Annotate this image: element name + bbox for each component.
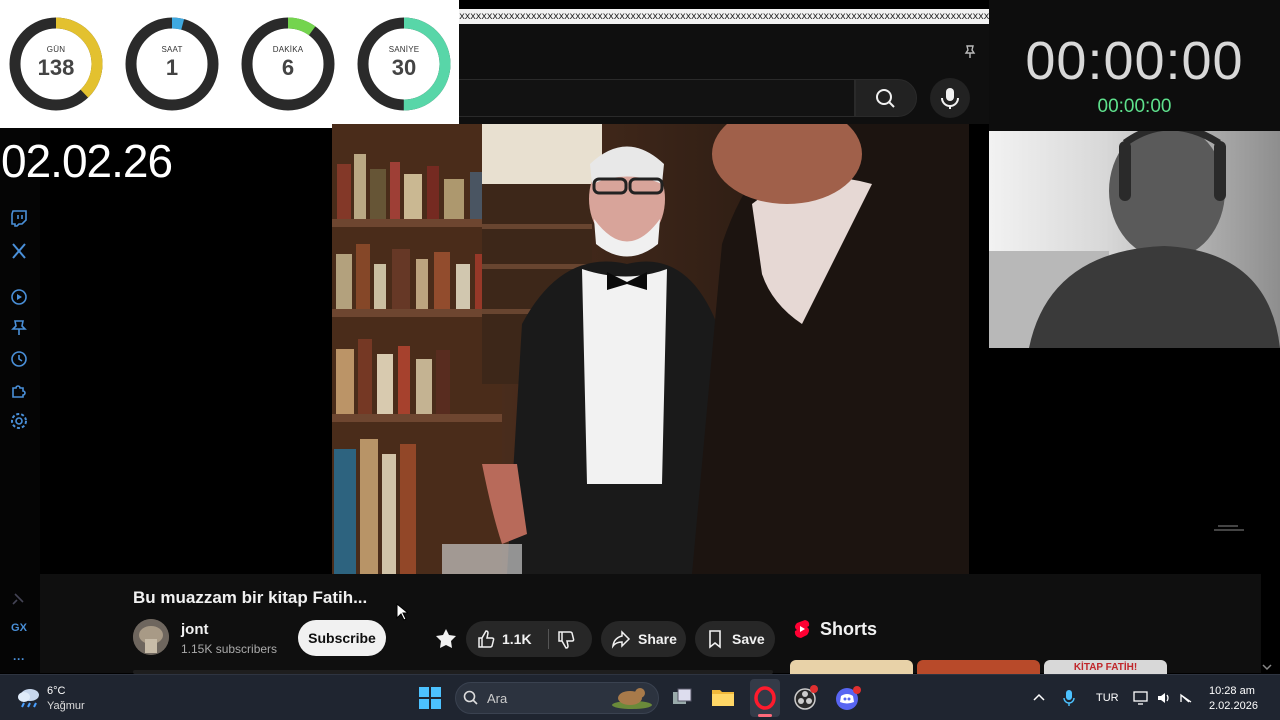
- chevron-down-icon[interactable]: [1262, 660, 1272, 674]
- microphone-icon[interactable]: [1062, 689, 1076, 707]
- like-icon[interactable]: [476, 629, 496, 649]
- search-button[interactable]: [855, 79, 917, 117]
- desktop-screen: GÜN 138 SAAT 1 DAKİKA 6 SANİYE 30 xxxxxx…: [0, 0, 1280, 720]
- countdown-value: 30: [391, 55, 417, 80]
- share-button[interactable]: Share: [601, 621, 686, 657]
- file-explorer-icon[interactable]: [711, 686, 735, 708]
- network-icon[interactable]: [1133, 690, 1149, 706]
- mouse-cursor-icon: [396, 603, 408, 621]
- weather-rain-icon[interactable]: [16, 685, 42, 709]
- date-overlay: 02.02.26: [1, 135, 173, 187]
- weather-description[interactable]: Yağmur: [47, 700, 85, 712]
- voice-search-button[interactable]: [930, 78, 970, 118]
- save-label: Save: [732, 631, 765, 647]
- avatar[interactable]: [133, 619, 169, 655]
- shorts-thumbnail[interactable]: KİTAP FATİH!: [1044, 660, 1167, 674]
- unpin-icon[interactable]: [9, 590, 29, 610]
- history-icon[interactable]: [9, 349, 29, 369]
- extension-icon[interactable]: [433, 627, 459, 651]
- pin-icon[interactable]: [962, 45, 978, 61]
- x-icon[interactable]: [9, 241, 29, 261]
- gx-label[interactable]: GX: [9, 622, 29, 642]
- countdown-seconds-ring: SANİYE 30: [356, 16, 452, 112]
- timer-main: 00:00:00: [1025, 31, 1244, 91]
- search-highlight-icon: [612, 688, 652, 709]
- windows-taskbar: 6°C Yağmur Ara TUR 10:28 am 2.02.2026: [0, 674, 1280, 720]
- countdown-days-ring: GÜN 138: [8, 16, 104, 112]
- obs-icon[interactable]: [793, 685, 819, 711]
- pin-icon[interactable]: [9, 318, 29, 338]
- shorts-thumbnail[interactable]: [917, 660, 1040, 674]
- countdown-label: SAAT: [161, 45, 183, 54]
- save-button[interactable]: Save: [695, 621, 775, 657]
- active-indicator: [758, 714, 772, 717]
- shorts-thumbnail[interactable]: [790, 660, 913, 674]
- extensions-icon[interactable]: [9, 380, 29, 400]
- shorts-icon: [793, 619, 811, 639]
- input-language[interactable]: TUR: [1096, 692, 1119, 704]
- webcam-image: [989, 131, 1280, 348]
- video-scene: [332, 124, 969, 574]
- dislike-icon[interactable]: [556, 630, 576, 650]
- mic-icon: [941, 88, 959, 109]
- countdown-value: 6: [281, 55, 295, 80]
- twitch-icon[interactable]: [9, 209, 29, 229]
- video-frame[interactable]: [332, 124, 969, 574]
- clock-date[interactable]: 2.02.2026: [1209, 700, 1258, 712]
- video-watermark: [1214, 523, 1244, 536]
- search-input[interactable]: [459, 79, 855, 117]
- share-label: Share: [638, 631, 677, 647]
- settings-icon[interactable]: [9, 411, 29, 431]
- opera-taskbar-item[interactable]: [750, 679, 780, 717]
- task-view-icon[interactable]: [671, 687, 693, 709]
- more-menu[interactable]: ···: [9, 652, 29, 672]
- opera-icon: [754, 686, 776, 710]
- subscribe-button[interactable]: Subscribe: [298, 620, 386, 656]
- countdown-minutes-ring: DAKİKA 6: [240, 16, 336, 112]
- webcam-feed: [989, 131, 1280, 348]
- countdown-label: GÜN: [46, 45, 66, 54]
- weather-temperature[interactable]: 6°C: [47, 685, 65, 697]
- battery-icon[interactable]: [1178, 690, 1194, 706]
- like-count[interactable]: 1.1K: [502, 621, 532, 657]
- taskbar-search-placeholder: Ara: [487, 691, 508, 706]
- volume-icon[interactable]: [1156, 690, 1172, 706]
- windows-start-icon[interactable]: [418, 686, 442, 710]
- pill-divider: [548, 629, 549, 649]
- play-circle-icon[interactable]: [9, 287, 29, 307]
- search-icon: [463, 690, 478, 705]
- countdown-value: 138: [37, 55, 75, 80]
- subscriber-count: 1.15K subscribers: [181, 642, 278, 656]
- video-title: Bu muazzam bir kitap Fatih...: [133, 588, 368, 607]
- countdown-label: DAKİKA: [272, 45, 304, 54]
- tab-ticker-strip: xxxxxxxxxxxxxxxxxxxxxxxxxxxxxxxxxxxxxxxx…: [459, 9, 989, 24]
- search-icon: [876, 89, 895, 108]
- clock-time[interactable]: 10:28 am: [1209, 685, 1255, 697]
- countdown-hours-ring: SAAT 1: [124, 16, 220, 112]
- countdown-label: SANİYE: [388, 45, 420, 54]
- discord-icon[interactable]: [835, 685, 863, 711]
- save-icon: [709, 630, 721, 649]
- share-icon: [611, 630, 631, 649]
- like-dislike-group: 1.1K: [466, 621, 592, 657]
- chevron-up-icon[interactable]: [1033, 692, 1045, 702]
- shorts-title: Shorts: [820, 619, 878, 639]
- timer-secondary: 00:00:00: [1097, 96, 1172, 117]
- countdown-value: 1: [165, 55, 179, 80]
- countdown-widget: GÜN 138 SAAT 1 DAKİKA 6 SANİYE 30: [0, 0, 459, 128]
- channel-name[interactable]: jont: [181, 621, 209, 638]
